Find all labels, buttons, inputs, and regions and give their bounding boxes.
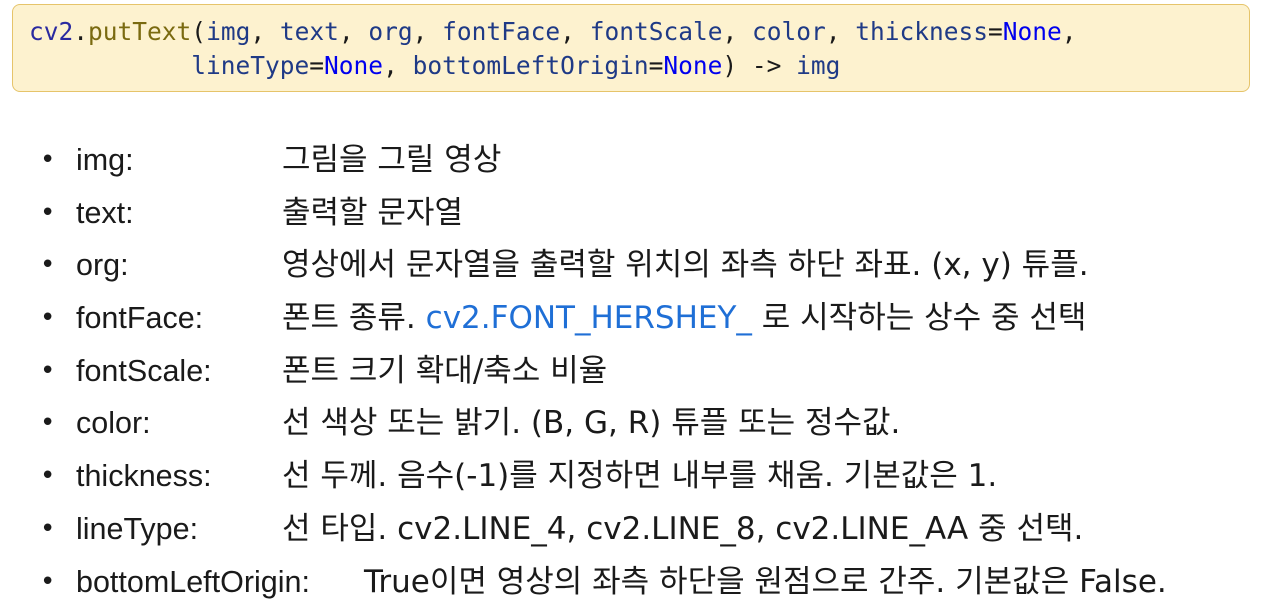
description-text: 폰트 종류. (282, 300, 426, 337)
equals: = (309, 51, 325, 80)
param-description: 그림을 그릴 영상 (282, 142, 502, 178)
param-item-linetype: • lineType: 선 타입. cv2.LINE_4, cv2.LINE_8… (0, 507, 1262, 560)
separator: , (383, 51, 413, 80)
slide: cv2.putText(img, text, org, fontFace, fo… (0, 0, 1262, 601)
equals: = (988, 17, 1003, 46)
param-name: text: (76, 195, 134, 230)
param-name: color: (76, 406, 151, 441)
close-paren-arrow: ) -> (722, 51, 797, 80)
param-item-bottomleftorigin: • bottomLeftOrigin: True이면 영상의 좌측 하단을 원점… (0, 560, 1262, 601)
param-name: img: (76, 143, 134, 177)
bullet-icon: • (40, 197, 56, 228)
separator: , (1061, 17, 1077, 46)
default-none: None (663, 51, 723, 80)
param-name: thickness: (76, 459, 212, 494)
dot: . (73, 17, 89, 46)
param-description: 폰트 종류. cv2.FONT_HERSHEY_ 로 시작하는 상수 중 선택 (282, 296, 1086, 340)
separator: , (412, 17, 443, 46)
bullet-icon: • (40, 461, 56, 492)
parameter-list: • img: 그림을 그릴 영상 • text: 출력할 문자열 • org: … (0, 138, 1262, 601)
equals: = (648, 51, 664, 80)
separator: , (250, 17, 280, 46)
param-name: fontScale: (76, 353, 212, 388)
param-item-fontface: • fontFace: 폰트 종류. cv2.FONT_HERSHEY_ 로 시… (0, 296, 1262, 349)
param-description: True이면 영상의 좌측 하단을 원점으로 간주. 기본값은 False. (364, 563, 1167, 600)
default-none: None (324, 51, 384, 80)
function-name: putText (88, 17, 192, 46)
signature-line-2: lineType=None, bottomLeftOrigin=None) ->… (29, 49, 1249, 83)
param-item-thickness: • thickness: 선 두께. 음수(-1)를 지정하면 내부를 채움. … (0, 454, 1262, 507)
param-fontface: fontFace (442, 17, 561, 46)
font-hershey-link[interactable]: cv2.FONT_HERSHEY_ (426, 300, 752, 336)
return-value: img (796, 51, 841, 80)
param-fontscale: fontScale (589, 17, 723, 46)
param-item-fontscale: • fontScale: 폰트 크기 확대/축소 비율 (0, 349, 1262, 402)
separator: , (722, 17, 752, 46)
param-item-org: • org: 영상에서 문자열을 출력할 위치의 좌측 하단 좌표. (x, y… (0, 243, 1262, 296)
param-description: 선 타입. cv2.LINE_4, cv2.LINE_8, cv2.LINE_A… (282, 510, 1084, 547)
param-img: img (206, 17, 251, 46)
param-name: org: (76, 248, 129, 283)
separator: , (825, 17, 856, 46)
default-none: None (1002, 17, 1062, 46)
signature-line-1: cv2.putText(img, text, org, fontFace, fo… (29, 15, 1249, 49)
param-text: text (279, 17, 339, 46)
param-thickness: thickness (855, 17, 989, 46)
param-name: bottomLeftOrigin: (76, 564, 310, 599)
bullet-icon: • (40, 250, 56, 281)
bullet-icon: • (40, 303, 56, 334)
param-name: lineType: (76, 511, 199, 546)
separator: , (338, 17, 369, 46)
param-linetype: lineType (191, 51, 310, 80)
separator: , (560, 17, 590, 46)
bullet-icon: • (40, 566, 56, 597)
param-name: fontFace: (76, 301, 204, 336)
param-description: 선 두께. 음수(-1)를 지정하면 내부를 채움. 기본값은 1. (282, 458, 998, 495)
param-description: 선 색상 또는 밝기. (B, G, R) 튜플 또는 정수값. (282, 405, 901, 442)
param-color: color (751, 17, 826, 46)
bullet-icon: • (40, 513, 56, 544)
param-item-img: • img: 그림을 그릴 영상 (0, 138, 1262, 191)
bullet-icon: • (40, 145, 56, 175)
description-text: 로 시작하는 상수 중 선택 (751, 300, 1087, 337)
param-description: 영상에서 문자열을 출력할 위치의 좌측 하단 좌표. (x, y) 튜플. (282, 247, 1089, 284)
param-bottomleftorigin: bottomLeftOrigin (412, 51, 649, 80)
module-name: cv2 (29, 17, 74, 46)
param-description: 출력할 문자열 (282, 194, 463, 231)
open-paren: ( (191, 17, 207, 46)
bullet-icon: • (40, 355, 56, 386)
function-signature-box: cv2.putText(img, text, org, fontFace, fo… (12, 4, 1250, 92)
bullet-icon: • (40, 408, 56, 439)
param-org: org (368, 17, 413, 46)
param-description: 폰트 크기 확대/축소 비율 (282, 352, 608, 389)
param-item-text: • text: 출력할 문자열 (0, 191, 1262, 244)
param-item-color: • color: 선 색상 또는 밝기. (B, G, R) 튜플 또는 정수값… (0, 401, 1262, 454)
